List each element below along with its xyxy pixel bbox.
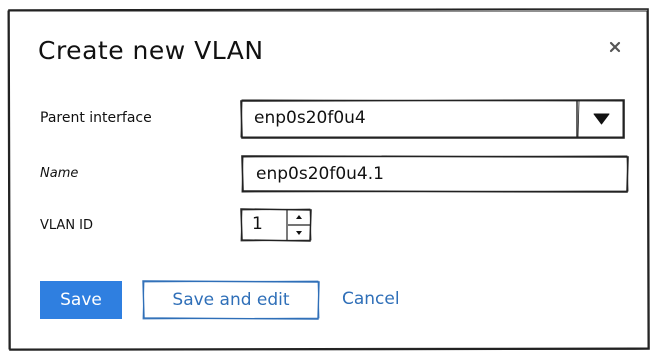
caret-down-icon: [577, 99, 625, 139]
name-input[interactable]: [242, 156, 628, 192]
vlan-id-stepper[interactable]: 1: [240, 208, 312, 242]
save-button[interactable]: Save: [40, 281, 122, 319]
caret-up-icon[interactable]: [288, 209, 310, 224]
vlan-id-value: 1: [252, 214, 263, 234]
vlan-id-label: VLAN ID: [40, 218, 94, 233]
cancel-link[interactable]: Cancel: [342, 289, 400, 309]
dialog-title: Create new VLAN: [38, 36, 264, 65]
save-and-edit-button[interactable]: Save and edit: [142, 280, 320, 320]
create-vlan-dialog: Create new VLAN Parent interface enp0s20…: [0, 0, 658, 359]
save-and-edit-label: Save and edit: [172, 290, 290, 310]
close-icon[interactable]: [604, 36, 626, 58]
caret-down-icon[interactable]: [288, 226, 310, 241]
parent-interface-label: Parent interface: [40, 110, 152, 126]
name-label: Name: [40, 166, 79, 181]
parent-interface-value: enp0s20f0u4: [254, 108, 366, 128]
parent-interface-select[interactable]: enp0s20f0u4: [240, 99, 625, 139]
